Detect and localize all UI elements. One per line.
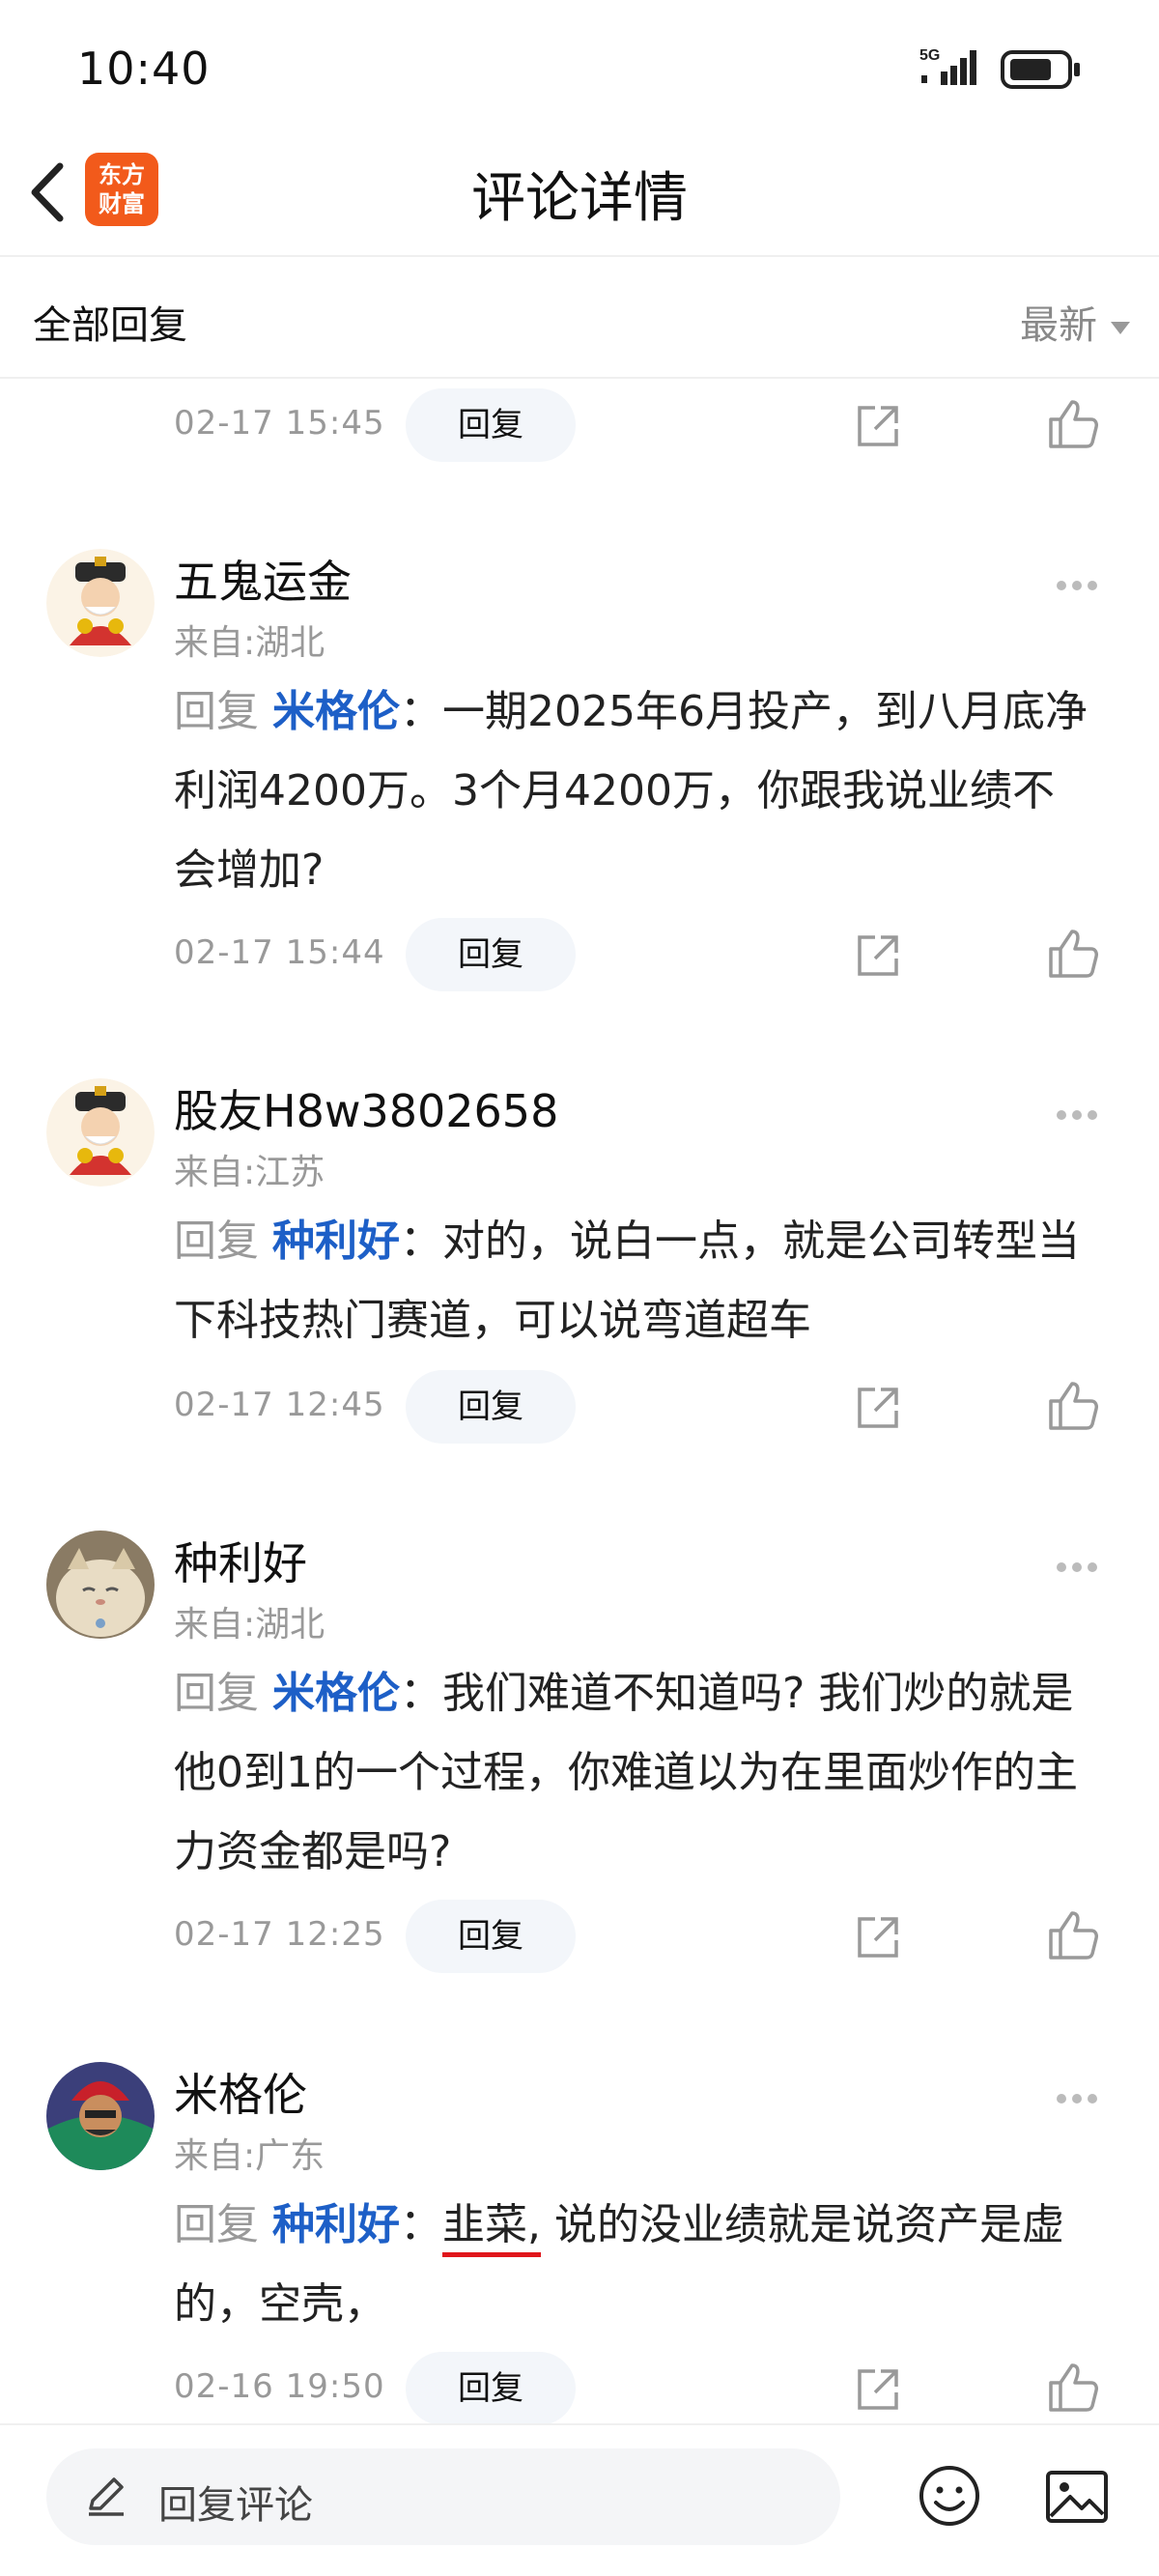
like-icon[interactable] (1047, 1380, 1099, 1432)
username[interactable]: 米格伦 (174, 2060, 307, 2124)
comment-actions-row: 02-17 12:25 回复 (174, 1900, 1130, 1973)
like-icon[interactable] (1047, 1909, 1099, 1961)
username[interactable]: 股友H8w3802658 (174, 1076, 558, 1140)
reply-prefix: 回复 (174, 2200, 259, 2249)
comment-actions-row: 02-17 12:45 回复 (174, 1370, 1130, 1444)
location: 来自:湖北 (174, 623, 325, 663)
avatar[interactable] (46, 2062, 155, 2170)
share-icon[interactable] (854, 2365, 902, 2414)
avatar[interactable] (46, 1078, 155, 1187)
avatar-cat-photo-icon (46, 1531, 155, 1639)
reply-button[interactable]: 回复 (406, 918, 576, 991)
reply-input-placeholder: 回复评论 (158, 2483, 313, 2528)
nav-bar: 东方 财富 评论详情 (0, 135, 1159, 257)
battery-icon (1001, 50, 1080, 89)
comment-date: 02-17 15:44 (174, 933, 385, 972)
pencil-icon (89, 2477, 124, 2516)
filter-bar: 全部回复 最新 (0, 257, 1159, 379)
svg-text:5G: 5G (919, 47, 940, 64)
emoji-icon[interactable] (918, 2464, 981, 2528)
image-icon[interactable] (1045, 2470, 1109, 2524)
comment-text: 回复 种利好：对的，说白一点，就是公司转型当下科技热门赛道，可以说弯道超车 (174, 1202, 1091, 1360)
all-replies-label: 全部回复 (33, 303, 187, 348)
more-icon[interactable] (1057, 576, 1111, 591)
comment-actions-row: 02-17 15:45 回复 (174, 388, 1130, 462)
username[interactable]: 种利好 (174, 1529, 307, 1592)
mention-link[interactable]: 米格伦 (272, 687, 400, 736)
reply-button[interactable]: 回复 (406, 388, 576, 462)
reply-prefix: 回复 (174, 1669, 259, 1718)
status-time: 10:40 (77, 43, 211, 95)
signal-icon: 5G (919, 47, 976, 85)
more-icon[interactable] (1057, 1558, 1111, 1573)
reply-button[interactable]: 回复 (406, 1900, 576, 1973)
reply-comment-input[interactable]: 回复评论 (46, 2448, 840, 2545)
reply-prefix: 回复 (174, 687, 259, 736)
mention-link[interactable]: 米格伦 (272, 1669, 400, 1718)
share-icon[interactable] (854, 402, 902, 450)
page-title: 评论详情 (471, 167, 688, 230)
location: 来自:湖北 (174, 1605, 325, 1645)
share-icon[interactable] (854, 1384, 902, 1432)
like-icon[interactable] (1047, 398, 1099, 450)
reply-button[interactable]: 回复 (406, 2352, 576, 2425)
comment-actions-row: 02-17 15:44 回复 (174, 918, 1130, 991)
avatar-god-of-wealth-icon (46, 1078, 155, 1187)
avatar-god-of-wealth-icon (46, 549, 155, 657)
comment-date: 02-17 12:45 (174, 1386, 385, 1424)
share-icon[interactable] (854, 931, 902, 980)
more-icon[interactable] (1057, 1105, 1111, 1121)
status-bar: 10:40 5G (0, 0, 1159, 135)
red-underlined-text: 韭菜, (442, 2200, 541, 2249)
more-icon[interactable] (1057, 2089, 1111, 2104)
mention-link[interactable]: 种利好 (272, 1216, 400, 1266)
comment-text: 回复 种利好：韭菜, 说的没业绩就是说资产是虚的，空壳， (174, 2186, 1091, 2344)
sort-dropdown[interactable]: 最新 (1020, 294, 1130, 350)
comment-date: 02-17 15:45 (174, 404, 385, 443)
sort-label: 最新 (1020, 303, 1097, 348)
avatar[interactable] (46, 1531, 155, 1639)
avatar-portrait-icon (46, 2062, 155, 2170)
comment-date: 02-16 19:50 (174, 2367, 385, 2406)
comment-text: 回复 米格伦：我们难道不知道吗? 我们炒的就是他0到1的一个过程，你难道以为在里… (174, 1654, 1091, 1892)
comment-text: 回复 米格伦：一期2025年6月投产，到八月底净利润4200万。3个月4200万… (174, 673, 1091, 910)
location: 来自:江苏 (174, 1153, 325, 1192)
location: 来自:广东 (174, 2136, 325, 2176)
comment-date: 02-17 12:25 (174, 1915, 385, 1954)
chevron-down-icon (1111, 321, 1130, 334)
share-icon[interactable] (854, 1913, 902, 1961)
bottom-bar: 回复评论 (0, 2423, 1159, 2576)
comment-actions-row: 02-16 19:50 回复 (174, 2352, 1130, 2425)
comment-body-prefix: ： (400, 2200, 442, 2249)
username[interactable]: 五鬼运金 (174, 547, 352, 611)
like-icon[interactable] (1047, 928, 1099, 980)
reply-button[interactable]: 回复 (406, 1370, 576, 1444)
like-icon[interactable] (1047, 2361, 1099, 2414)
mention-link[interactable]: 种利好 (272, 2200, 400, 2249)
avatar[interactable] (46, 549, 155, 657)
reply-prefix: 回复 (174, 1216, 259, 1266)
